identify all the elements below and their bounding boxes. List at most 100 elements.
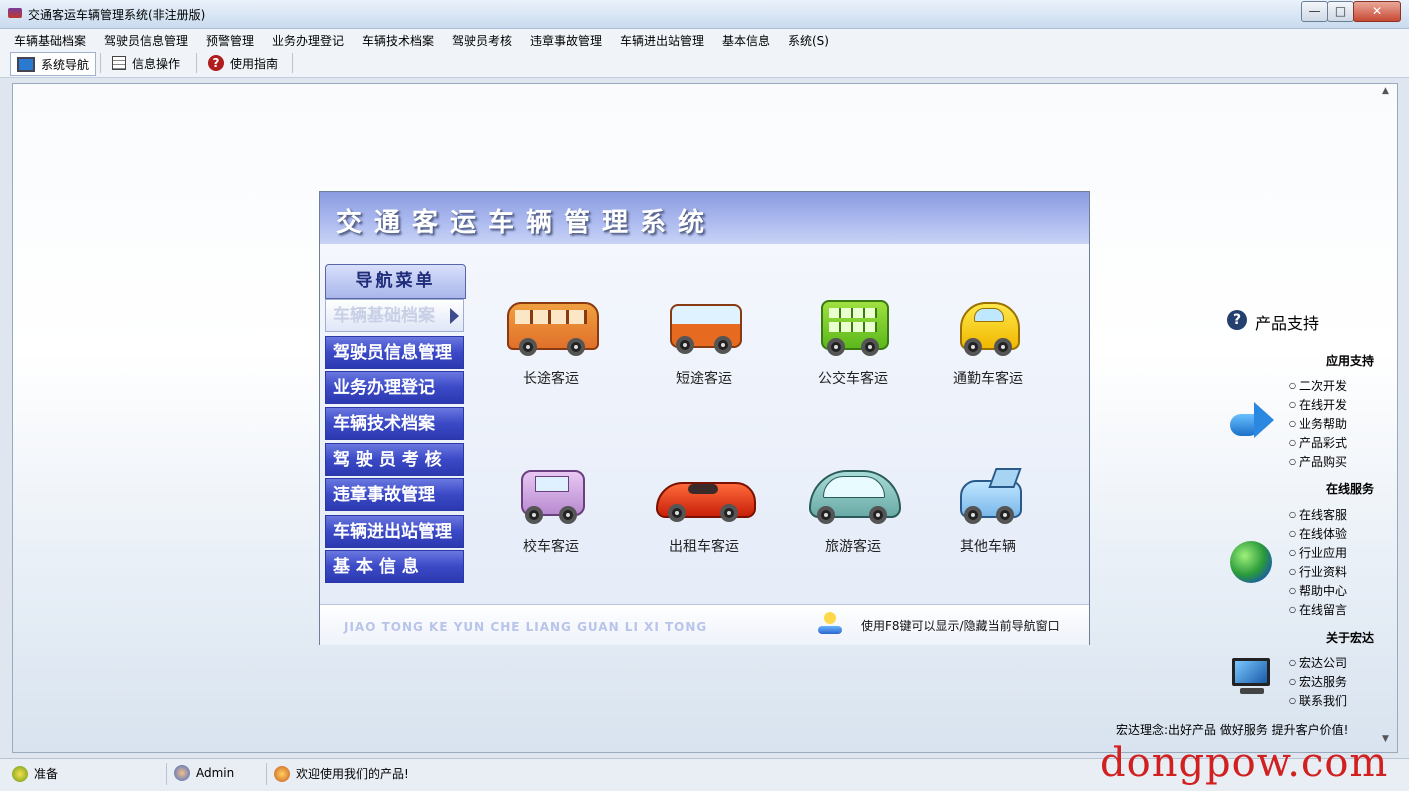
nav-item-driver-exam[interactable]: 驾 驶 员 考 核 xyxy=(325,443,464,476)
company-motto: 宏达理念:出好产品 做好服务 提升客户价值! xyxy=(1116,723,1349,737)
vehicle-label: 短途客运 xyxy=(676,371,732,387)
nav-window-footer: JIAO TONG KE YUN CHE LIANG GUAN LI XI TO… xyxy=(320,604,1089,645)
minimize-button[interactable]: — xyxy=(1301,1,1328,22)
navigation-window: 交通客运车辆管理系统 导航菜单 车辆基础档案 驾驶员信息管理 业务办理登记 车辆… xyxy=(319,191,1090,645)
support-link-contact[interactable]: 联系我们 xyxy=(1289,692,1347,709)
users-icon xyxy=(274,765,290,782)
nav-window-title: 交通客运车辆管理系统 xyxy=(336,208,717,238)
support-link-purchase[interactable]: 产品购买 xyxy=(1289,453,1347,470)
nav-item-violation[interactable]: 违章事故管理 xyxy=(325,478,464,511)
tool-system-nav-label: 系统导航 xyxy=(41,57,90,72)
nav-item-station[interactable]: 车辆进出站管理 xyxy=(325,515,464,548)
menu-system[interactable]: 系统(S) xyxy=(788,32,829,49)
menu-business[interactable]: 业务办理登记 xyxy=(272,32,344,49)
menu-basic-info[interactable]: 基本信息 xyxy=(722,32,770,49)
status-separator xyxy=(266,763,267,785)
tool-system-nav[interactable]: 系统导航 xyxy=(10,52,97,76)
tool-info-operation[interactable]: 信息操作 xyxy=(106,52,186,74)
vehicle-label: 公交车客运 xyxy=(818,371,888,387)
nav-window-body: 导航菜单 车辆基础档案 驾驶员信息管理 业务办理登记 车辆技术档案 驾 驶 员 … xyxy=(320,244,1089,604)
title-bar: 交通客运车辆管理系统(非注册版) — □ ✕ xyxy=(0,0,1409,29)
vehicle-long-distance[interactable]: 长途客运 xyxy=(501,296,601,388)
support-link-message[interactable]: 在线留言 xyxy=(1289,601,1347,618)
vehicle-label: 校车客运 xyxy=(523,539,579,555)
scroll-up-arrow-icon[interactable]: ▲ xyxy=(1382,86,1389,96)
nav-menu-header: 导航菜单 xyxy=(325,264,466,299)
nav-item-driver-info[interactable]: 驾驶员信息管理 xyxy=(325,336,464,369)
tool-info-operation-label: 信息操作 xyxy=(132,56,181,71)
monitor-icon xyxy=(17,56,35,72)
support-link-online-service[interactable]: 在线客服 xyxy=(1289,506,1347,523)
support-link-business-help[interactable]: 业务帮助 xyxy=(1289,415,1347,432)
window-title: 交通客运车辆管理系统(非注册版) xyxy=(28,8,206,22)
double-decker-icon xyxy=(803,296,903,366)
vehicle-label: 其他车辆 xyxy=(960,539,1016,555)
toolbar-separator xyxy=(292,53,293,73)
support-title: 产品支持 xyxy=(1255,314,1320,333)
support-link-secondary-dev[interactable]: 二次开发 xyxy=(1289,377,1347,394)
nav-item-basic-info[interactable]: 基 本 信 息 xyxy=(325,550,464,583)
ready-icon xyxy=(12,765,28,782)
support-link-industry-docs[interactable]: 行业资料 xyxy=(1289,563,1347,580)
vehicle-tour[interactable]: 旅游客运 xyxy=(803,464,903,556)
vehicle-school-bus[interactable]: 校车客运 xyxy=(501,464,601,556)
help-icon: ? xyxy=(208,55,224,71)
support-link-product-style[interactable]: 产品彩式 xyxy=(1289,434,1347,451)
arrow-right-icon xyxy=(450,308,459,324)
support-link-online-dev[interactable]: 在线开发 xyxy=(1289,396,1347,413)
support-link-service[interactable]: 宏达服务 xyxy=(1289,673,1347,690)
support-link-help-center[interactable]: 帮助中心 xyxy=(1289,582,1347,599)
status-separator xyxy=(166,763,167,785)
vehicle-label: 长途客运 xyxy=(523,371,579,387)
support-heading-online: 在线服务 xyxy=(1325,482,1374,496)
tool-user-guide-label: 使用指南 xyxy=(230,56,279,71)
vehicle-label: 通勤车客运 xyxy=(953,371,1023,387)
menu-bar: 车辆基础档案 驾驶员信息管理 预警管理 业务办理登记 车辆技术档案 驾驶员考核 … xyxy=(0,29,1409,49)
support-link-company[interactable]: 宏达公司 xyxy=(1289,654,1347,671)
menu-vehicle-archive[interactable]: 车辆基础档案 xyxy=(14,32,86,49)
nav-window-header: 交通客运车辆管理系统 xyxy=(320,192,1089,245)
monitor-icon xyxy=(1232,658,1272,700)
nav-item-label: 车辆基础档案 xyxy=(333,306,435,326)
footer-hint: 使用F8键可以显示/隐藏当前导航窗口 xyxy=(861,619,1060,633)
tool-user-guide[interactable]: ? 使用指南 xyxy=(202,52,284,74)
bus-icon xyxy=(501,296,601,366)
question-icon: ? xyxy=(1227,310,1247,330)
nav-item-tech-archive[interactable]: 车辆技术档案 xyxy=(325,407,464,440)
grid-icon xyxy=(112,56,126,70)
vehicle-commuter[interactable]: 通勤车客运 xyxy=(938,296,1038,388)
arrow-icon xyxy=(1230,400,1274,446)
status-welcome-text: 欢迎使用我们的产品! xyxy=(296,767,409,781)
support-link-online-trial[interactable]: 在线体验 xyxy=(1289,525,1347,542)
status-user-text: Admin xyxy=(196,766,235,780)
menu-warning[interactable]: 预警管理 xyxy=(206,32,254,49)
menu-driver-info[interactable]: 驾驶员信息管理 xyxy=(104,32,188,49)
toolbar-separator xyxy=(100,53,101,73)
status-user: Admin xyxy=(174,765,234,781)
status-ready-text: 准备 xyxy=(34,767,59,781)
nav-item-business[interactable]: 业务办理登记 xyxy=(325,371,464,404)
car-blue-icon xyxy=(938,464,1038,534)
vehicle-public-bus[interactable]: 公交车客运 xyxy=(803,296,903,388)
car-teal-icon xyxy=(803,464,903,534)
support-heading-app: 应用支持 xyxy=(1325,354,1374,368)
vehicle-label: 出租车客运 xyxy=(669,539,739,555)
app-icon xyxy=(8,8,22,18)
menu-violation[interactable]: 违章事故管理 xyxy=(530,32,602,49)
menu-station[interactable]: 车辆进出站管理 xyxy=(620,32,704,49)
vehicle-short-distance[interactable]: 短途客运 xyxy=(654,296,754,388)
vehicle-other[interactable]: 其他车辆 xyxy=(938,464,1038,556)
toolbar: 系统导航 信息操作 ? 使用指南 xyxy=(0,49,1409,78)
nav-item-vehicle-archive[interactable]: 车辆基础档案 xyxy=(325,299,464,332)
menu-driver-exam[interactable]: 驾驶员考核 xyxy=(452,32,512,49)
support-link-industry-apps[interactable]: 行业应用 xyxy=(1289,544,1347,561)
close-button[interactable]: ✕ xyxy=(1353,1,1401,22)
watermark: dongpow.com xyxy=(1100,740,1389,786)
maximize-button[interactable]: □ xyxy=(1327,1,1354,22)
vehicle-label: 旅游客运 xyxy=(825,539,881,555)
user-icon xyxy=(174,765,190,781)
minibus-icon xyxy=(654,296,754,366)
menu-tech-archive[interactable]: 车辆技术档案 xyxy=(362,32,434,49)
vehicle-taxi[interactable]: 出租车客运 xyxy=(654,464,756,556)
lamp-icon xyxy=(818,612,842,636)
